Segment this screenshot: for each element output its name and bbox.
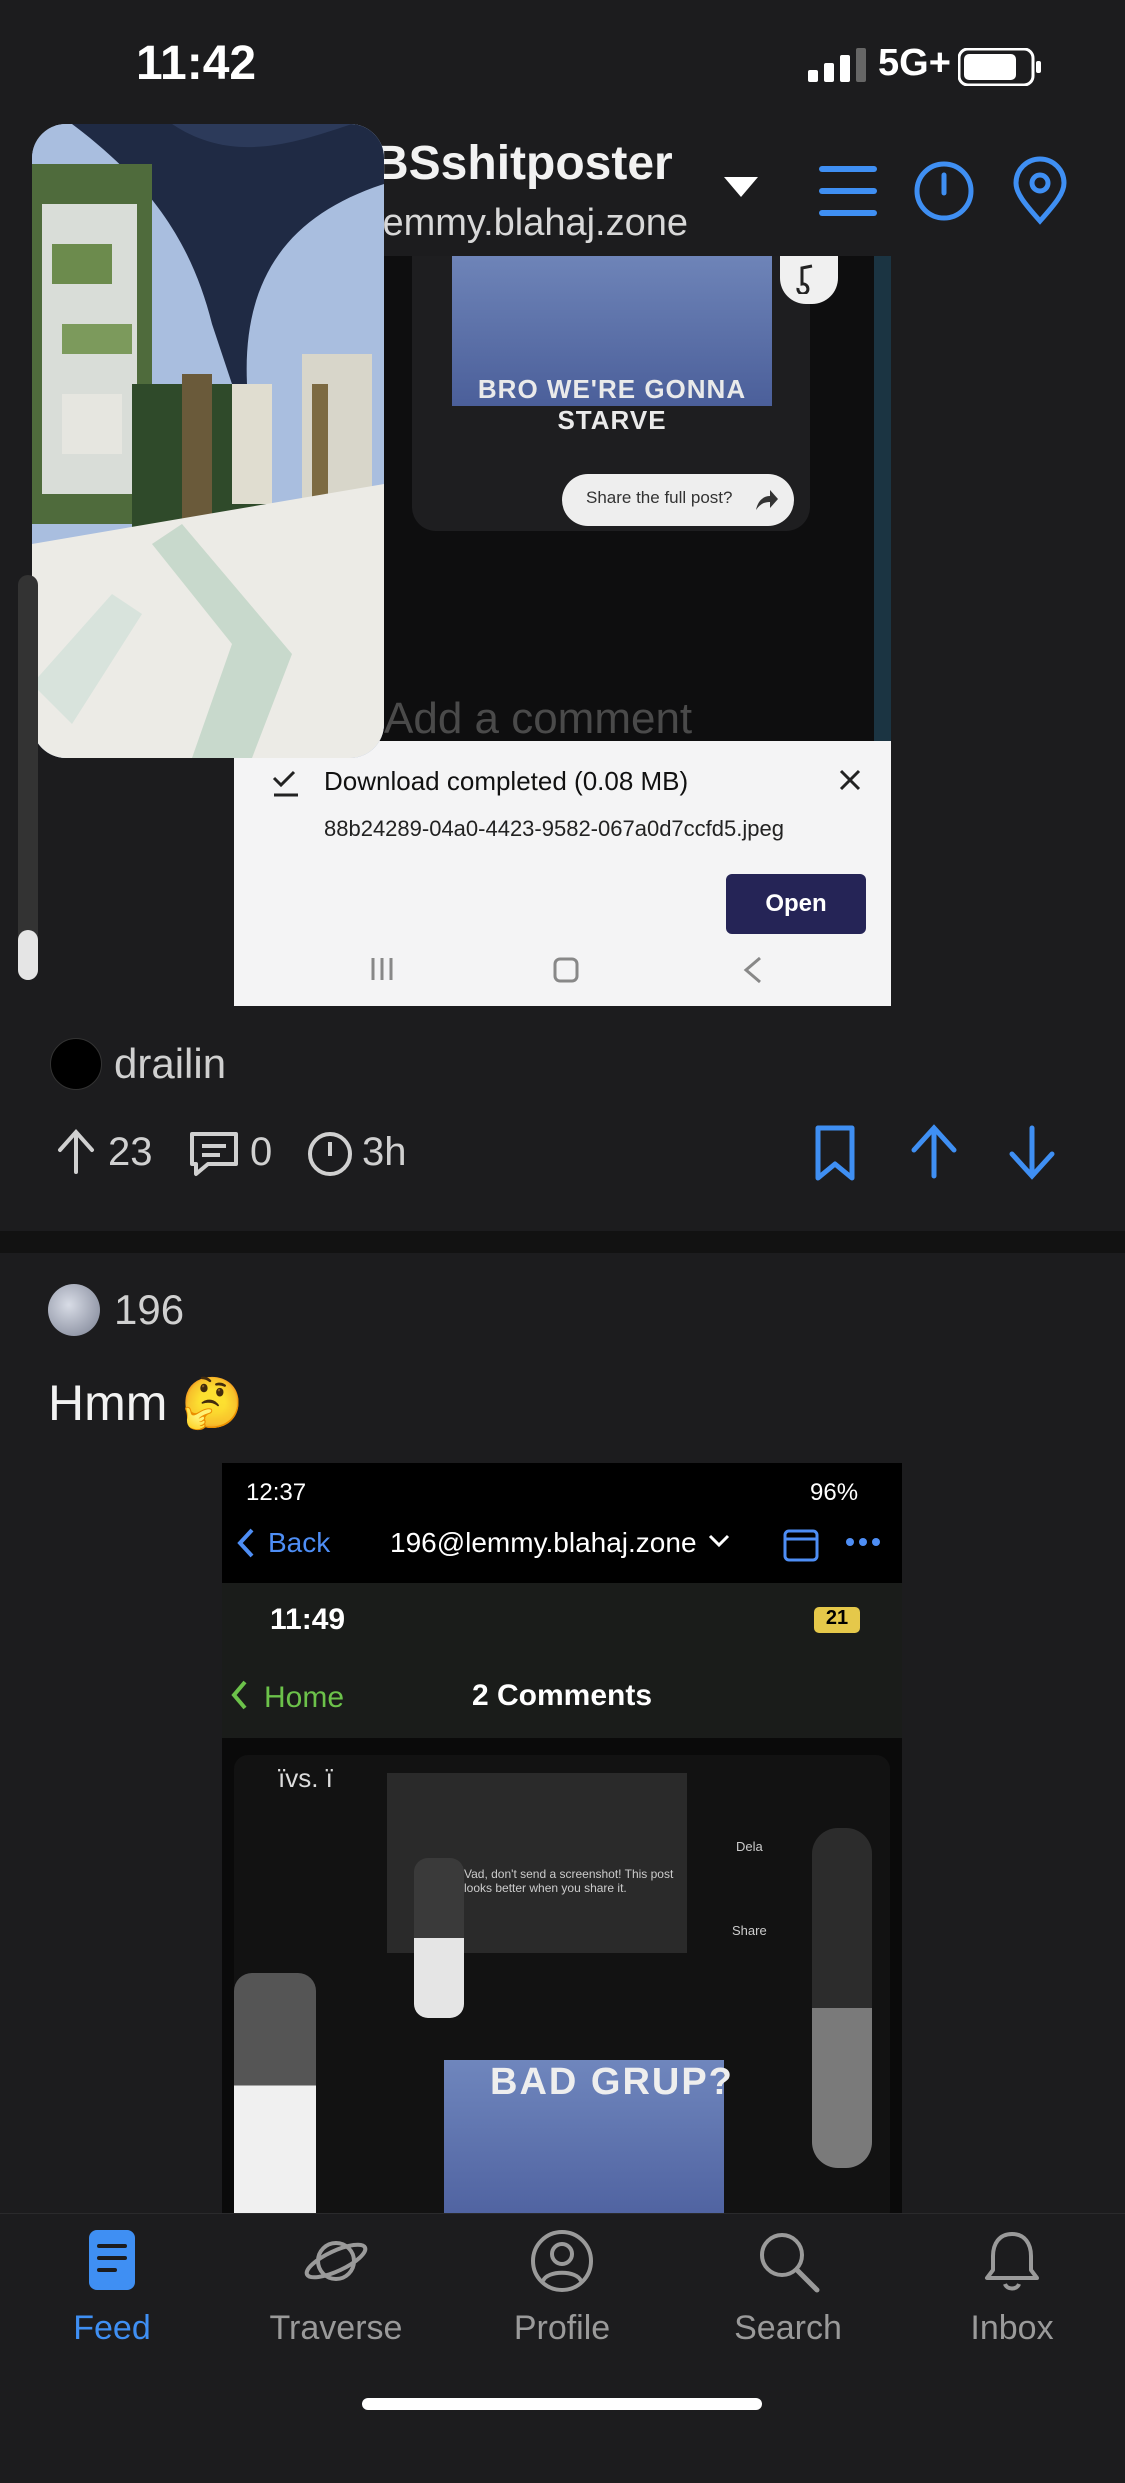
embedded-comments-title: 2 Comments <box>472 1679 653 1712</box>
embedded-volume-slider <box>414 1858 464 2018</box>
post-divider <box>0 1231 1125 1253</box>
post-age: 3h <box>362 1130 407 1174</box>
sort-clock-icon[interactable] <box>908 155 980 227</box>
tab-inbox-label: Inbox <box>970 2309 1054 2347</box>
embedded-side-bar <box>874 256 891 741</box>
back-chevron-icon <box>237 1528 254 1558</box>
music-note-icon <box>796 264 813 294</box>
scrollbar-track[interactable] <box>18 575 38 980</box>
share-arrow-icon <box>756 490 778 510</box>
embedded-battery: 96% <box>810 1479 859 1506</box>
location-pin-icon[interactable] <box>1004 155 1076 227</box>
embedded-meme-caption: BAD GRUP? <box>490 2061 734 2103</box>
post-author[interactable]: 196 <box>114 1286 184 1334</box>
feed-icon <box>89 2230 135 2290</box>
comment-count: 0 <box>250 1130 273 1174</box>
android-home-icon <box>553 957 579 983</box>
embedded-time: 12:37 <box>246 1479 307 1506</box>
comment-icon <box>190 1132 238 1176</box>
download-check-icon <box>272 770 298 797</box>
embedded-inner-battery: 21 <box>814 1607 860 1633</box>
upvote-count-icon <box>58 1128 94 1174</box>
embedded-dela-label: Dela <box>736 1839 763 1854</box>
status-time: 11:42 <box>136 37 257 90</box>
profile-icon <box>531 2230 593 2292</box>
picture-in-picture-video[interactable] <box>32 124 384 758</box>
planet-icon <box>304 2241 368 2281</box>
community-name[interactable]: BSshitposter <box>374 136 673 191</box>
bell-icon <box>985 2232 1039 2291</box>
avatar[interactable] <box>50 1038 102 1090</box>
bookmark-icon[interactable] <box>812 1124 858 1182</box>
embedded-side-slider <box>812 1828 872 2168</box>
tab-inbox[interactable]: Inbox <box>922 2226 1102 2348</box>
post-author[interactable]: drailin <box>114 1040 226 1088</box>
downvote-button-icon[interactable] <box>1006 1124 1058 1180</box>
download-open-button: Open <box>726 874 866 934</box>
chevron-down-icon <box>708 1534 730 1548</box>
embedded-share-label: Share <box>732 1923 767 1938</box>
home-chevron-icon <box>231 1680 247 1710</box>
cellular-signal-icon <box>808 48 866 82</box>
embedded-home-label: Home <box>264 1681 345 1714</box>
avatar[interactable] <box>48 1284 100 1336</box>
community-instance: lemmy.blahaj.zone <box>374 202 689 244</box>
tab-search-label: Search <box>734 2309 842 2347</box>
close-icon <box>839 769 861 791</box>
chevron-down-icon[interactable] <box>722 175 760 199</box>
embedded-overlay-text: ïvs. ï <box>278 1763 333 1793</box>
tab-feed[interactable]: Feed <box>22 2226 202 2348</box>
more-dots-icon <box>846 1538 880 1546</box>
tab-profile-label: Profile <box>513 2309 611 2347</box>
embedded-large-volume-slider <box>234 1973 316 2223</box>
embedded-share-label: Share the full post? <box>586 488 733 507</box>
network-type: 5G+ <box>878 42 951 84</box>
embedded-inner-time: 11:49 <box>270 1603 346 1636</box>
tab-profile[interactable]: Profile <box>472 2226 652 2348</box>
tab-traverse-label: Traverse <box>269 2309 403 2347</box>
minecraft-scene-image <box>32 124 384 758</box>
embedded-account: 196@lemmy.blahaj.zone <box>390 1527 697 1558</box>
post-image[interactable]: 12:37 96% Back 196@lemmy.blahaj.zone 11:… <box>222 1463 902 2223</box>
tab-feed-label: Feed <box>73 2309 151 2347</box>
calendar-icon <box>783 1529 819 1562</box>
upvote-button-icon[interactable] <box>908 1124 960 1180</box>
tab-traverse[interactable]: Traverse <box>246 2226 426 2348</box>
android-recents-icon <box>371 958 393 980</box>
download-title: Download completed (0.08 MB) <box>324 766 689 796</box>
tab-search[interactable]: Search <box>698 2226 878 2348</box>
post-title[interactable]: Hmm 🤔 <box>48 1374 244 1433</box>
embedded-comment-placeholder: Add a comment <box>384 694 693 743</box>
upvote-count: 23 <box>108 1130 153 1174</box>
search-icon <box>760 2233 820 2293</box>
embedded-meme-caption: BRO WE'RE GONNA STARVE <box>477 374 747 435</box>
android-back-icon <box>743 956 761 984</box>
menu-icon[interactable] <box>812 155 884 227</box>
embedded-status-area <box>222 1463 902 1583</box>
scrollbar-thumb[interactable] <box>18 930 38 980</box>
home-indicator[interactable] <box>362 2398 762 2410</box>
embedded-dialog-text: Vad, don't send a screenshot! This post … <box>464 1867 674 1895</box>
clock-icon <box>308 1132 352 1176</box>
download-filename: 88b24289-04a0-4423-9582-067a0d7ccfd5.jpe… <box>324 816 784 841</box>
embedded-back-label: Back <box>268 1527 331 1558</box>
battery-icon <box>958 48 1041 86</box>
